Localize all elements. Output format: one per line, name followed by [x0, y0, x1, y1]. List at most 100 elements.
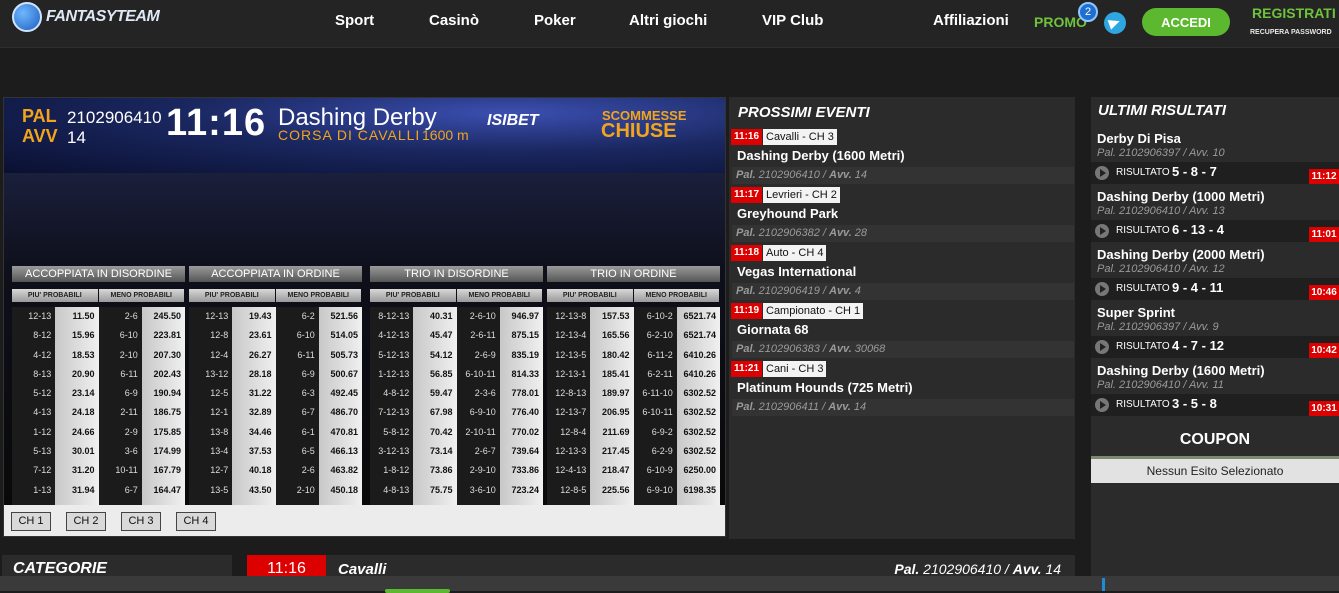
play-icon[interactable]	[1095, 340, 1109, 354]
register-link[interactable]: REGISTRATI	[1252, 5, 1336, 21]
race-type: CORSA DI CAVALLI	[278, 127, 421, 143]
market-columns: PIU' PROBABILI MENO PROBABILI	[370, 289, 543, 302]
pal-number: 2102906382	[758, 227, 820, 239]
event-item[interactable]: 11:21 Cani - CH 3 Platinum Hounds (725 Met…	[729, 359, 1074, 417]
event-name: Dashing Derby (1600 Metri)	[737, 148, 905, 163]
play-icon[interactable]	[1095, 224, 1109, 238]
more-likely-combination: 1-13	[12, 480, 56, 500]
less-likely-odds: 6302.52	[676, 442, 720, 462]
odds-row: 12-8 23.61 6-10 514.05	[189, 326, 362, 346]
odds-row: 13-12 28.18 6-9 500.67	[189, 364, 362, 385]
result-item[interactable]: Dashing Derby (1000 Metri) Pal. 210290641…	[1091, 187, 1339, 245]
less-likely-odds: 733.86	[499, 461, 543, 481]
top-navigation: FANTASYTEAM Sport Casinò Poker Altri gio…	[0, 0, 1339, 48]
nav-altri-giochi[interactable]: Altri giochi	[629, 12, 707, 29]
market-rows: 12-13 11.50 2-6 245.50 8-12 15.96 6-10 223.81 4-…	[12, 307, 185, 536]
result-pal: Pal. 2102906410 / Avv. 11	[1097, 379, 1224, 391]
less-likely-odds: 739.64	[499, 442, 543, 462]
less-likely-combination: 2-9	[98, 422, 142, 443]
more-likely-combination: 8-13	[12, 364, 56, 385]
more-likely-combination: 12-8-4	[547, 422, 591, 443]
telegram-icon[interactable]	[1104, 12, 1126, 34]
more-likely-combination: 13-8	[189, 422, 233, 443]
result-time: 10:42	[1309, 343, 1339, 358]
more-likely-combination: 8-12-13	[370, 307, 414, 327]
video-header: PAL AVV 2102906410 14 11:16 Dashing Derb…	[4, 98, 725, 173]
result-time: 11:01	[1309, 227, 1339, 242]
more-likely-combination: 7-12	[12, 461, 56, 481]
more-likely-combination: 12-7	[189, 461, 233, 481]
play-icon[interactable]	[1095, 282, 1109, 296]
recover-password-link[interactable]: RECUPERA PASSWORD	[1250, 29, 1332, 36]
login-button[interactable]: ACCEDI	[1142, 8, 1230, 36]
odds-row: 5-13 30.01 3-6 174.99	[12, 442, 185, 462]
less-likely-combination: 6-11	[98, 364, 142, 385]
more-likely-combination: 7-12-13	[370, 403, 414, 423]
more-likely-combination: 12-13-8	[547, 307, 591, 327]
less-likely-odds: 245.50	[141, 307, 185, 327]
more-likely-combination: 12-4-13	[547, 461, 591, 481]
event-item[interactable]: 11:16 Cavalli - CH 3 Dashing Derby (1600 M…	[729, 127, 1074, 185]
more-likely-odds: 43.50	[232, 480, 276, 500]
play-icon[interactable]	[1095, 398, 1109, 412]
pal-label: Pal.	[736, 343, 756, 355]
nav-vip-club[interactable]: VIP Club	[762, 12, 823, 29]
nav-sport[interactable]: Sport	[335, 12, 374, 29]
nav-poker[interactable]: Poker	[534, 12, 576, 29]
more-likely-combination: 5-12-13	[370, 345, 414, 365]
nav-casino[interactable]: Casinò	[429, 12, 479, 29]
less-likely-odds: 207.30	[141, 345, 185, 365]
more-likely-odds: 217.45	[590, 442, 634, 462]
result-item[interactable]: Dashing Derby (1600 Metri) Pal. 210290641…	[1091, 361, 1339, 419]
avv-number: 14	[853, 401, 867, 413]
avv-number: 4	[854, 285, 861, 297]
nav-affiliazioni[interactable]: Affiliazioni	[933, 12, 1009, 29]
result-pal: Pal. 2102906410 / Avv. 13	[1097, 205, 1225, 217]
result-time: 11:12	[1309, 169, 1339, 184]
more-likely-odds: 15.96	[55, 326, 99, 346]
channel-3-button[interactable]: CH 3	[121, 512, 161, 531]
pal-number: 2102906397	[1119, 321, 1181, 333]
event-category: Cani - CH 3	[763, 361, 827, 377]
more-likely-odds: 54.12	[413, 345, 457, 365]
more-likely-odds: 189.97	[590, 384, 634, 404]
pal-label: PAL	[22, 106, 57, 126]
more-likely-combination: 4-8-13	[370, 480, 414, 500]
less-likely-odds: 814.33	[499, 364, 543, 385]
event-item[interactable]: 11:18 Auto - CH 4 Vegas International Pal. …	[729, 243, 1074, 301]
less-likely-odds: 521.56	[318, 307, 362, 327]
channel-2-button[interactable]: CH 2	[66, 512, 106, 531]
less-likely-odds: 770.02	[499, 422, 543, 443]
odds-row: 3-12-13 73.14 2-6-7 739.64	[370, 442, 543, 462]
more-likely-combination: 5-8-12	[370, 422, 414, 443]
less-likely-combination: 6-2-11	[633, 364, 677, 385]
site-logo[interactable]: FANTASYTEAM	[12, 2, 160, 32]
less-likely-combination: 6-9-10	[633, 480, 677, 500]
odds-row: 5-8-12 70.42 2-10-11 770.02	[370, 422, 543, 443]
more-likely-combination: 12-13-5	[547, 345, 591, 365]
less-likely-odds: 463.82	[318, 461, 362, 481]
event-item[interactable]: 11:19 Campionato - CH 1 Giornata 68 Pal. 21…	[729, 301, 1074, 359]
more-likely-combination: 3-12-13	[370, 442, 414, 462]
result-value: 9 - 4 - 11	[1172, 280, 1224, 295]
less-likely-combination: 6-2	[275, 307, 319, 327]
result-item[interactable]: Derby Di Pisa Pal. 2102906397 / Avv. 10 RI…	[1091, 129, 1339, 187]
play-icon[interactable]	[1095, 166, 1109, 180]
avv-number: 9	[1212, 321, 1219, 333]
odds-row: 12-5 31.22 6-3 492.45	[189, 384, 362, 404]
result-value: 3 - 5 - 8	[1172, 396, 1217, 411]
odds-row: 4-8-13 75.75 3-6-10 723.24	[370, 480, 543, 500]
result-line: RISULTATO 4 - 7 - 12 10:42	[1091, 336, 1339, 358]
less-likely-odds: 946.97	[499, 307, 543, 327]
less-likely-combination: 2-6-7	[456, 442, 500, 462]
avv-label: Avv.	[1188, 321, 1210, 333]
more-likely-odds: 180.42	[590, 345, 634, 365]
result-item[interactable]: Super Sprint Pal. 2102906397 / Avv. 9 RISU…	[1091, 303, 1339, 361]
live-video-player[interactable]: PAL AVV 2102906410 14 11:16 Dashing Derb…	[3, 97, 726, 537]
event-pal: Pal. 2102906419 / Avv. 4	[732, 283, 1074, 300]
channel-4-button[interactable]: CH 4	[176, 512, 216, 531]
result-item[interactable]: Dashing Derby (2000 Metri) Pal. 210290641…	[1091, 245, 1339, 303]
avv-number: 28	[854, 227, 867, 239]
event-item[interactable]: 11:17 Levrieri - CH 2 Greyhound Park Pal. 2…	[729, 185, 1074, 243]
channel-1-button[interactable]: CH 1	[11, 512, 51, 531]
